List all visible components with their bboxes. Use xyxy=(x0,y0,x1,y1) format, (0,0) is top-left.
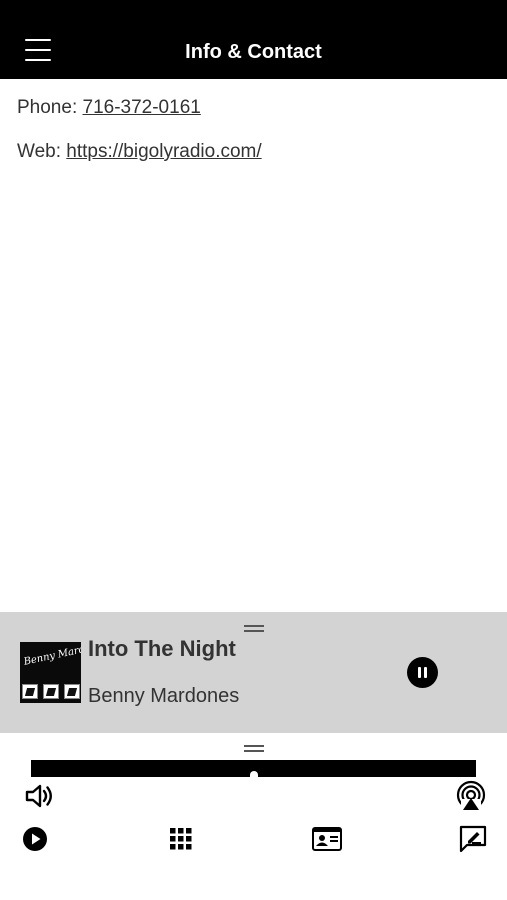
volume-slider[interactable] xyxy=(31,760,476,777)
web-label: Web: xyxy=(17,141,67,162)
player-drag-handle[interactable] xyxy=(244,624,264,632)
compose-message-icon[interactable] xyxy=(459,825,487,853)
pause-button[interactable] xyxy=(407,657,438,688)
album-art-title: Benny Mardones xyxy=(22,642,81,668)
contact-card-icon[interactable] xyxy=(312,827,342,851)
contact-info: Phone: 716-372-0161 Web: https://bigolyr… xyxy=(17,96,262,184)
airplay-icon[interactable] xyxy=(455,780,487,812)
volume-slider-thumb[interactable] xyxy=(250,771,258,777)
grid-icon[interactable] xyxy=(170,828,192,850)
play-icon[interactable] xyxy=(22,826,48,852)
phone-row: Phone: 716-372-0161 xyxy=(17,96,262,120)
volume-icon[interactable] xyxy=(24,782,54,810)
track-title: Into The Night xyxy=(88,636,236,661)
web-row: Web: https://bigolyradio.com/ xyxy=(17,140,262,164)
header-bar: Info & Contact xyxy=(0,0,507,79)
album-art: Benny Mardones xyxy=(20,642,81,703)
phone-label: Phone: xyxy=(17,97,83,118)
track-artist: Benny Mardones xyxy=(88,685,240,707)
controls-drag-handle[interactable] xyxy=(244,744,264,752)
page-title: Info & Contact xyxy=(185,41,322,63)
phone-link[interactable]: 716-372-0161 xyxy=(83,97,201,118)
web-link[interactable]: https://bigolyradio.com/ xyxy=(66,141,261,162)
